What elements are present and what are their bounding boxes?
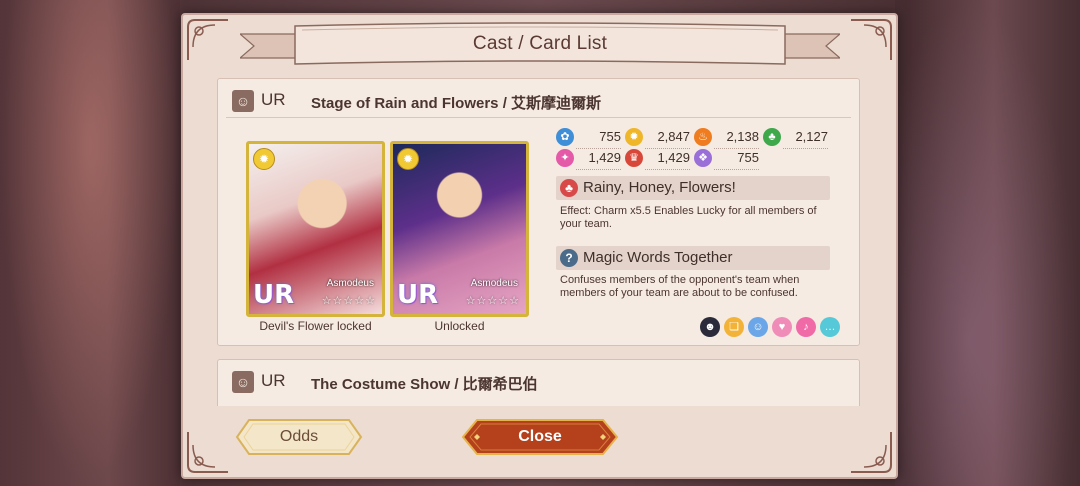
demon-cat-icon: ☻	[700, 317, 720, 337]
card-title: Stage of Rain and Flowers / 艾斯摩迪爾斯	[311, 95, 602, 112]
clover-icon: ♣	[560, 179, 578, 197]
stat-value: 2,847	[657, 129, 690, 144]
card-art-locked[interactable]: ✹ UR Asmodeus ☆☆☆☆☆	[246, 141, 385, 317]
card-title: The Costume Show / 比爾希巴伯	[311, 376, 538, 393]
pink-shirt-icon: ♥	[772, 317, 792, 337]
yellow-sun-icon: ✹	[625, 128, 643, 146]
skill-name: Magic Words Together	[583, 249, 733, 266]
skill-description: Confuses members of the opponent's team …	[560, 274, 800, 299]
card-caption: Devil's Flower locked	[259, 319, 372, 333]
odds-label: Odds	[279, 428, 319, 445]
skill-description: Effect: Charm x5.5 Enables Lucky for all…	[560, 205, 817, 230]
purple-crystal-icon: ❖	[694, 149, 712, 167]
stat-item: ✹ 2,847	[625, 128, 690, 149]
dialog-title: Cast / Card List	[472, 33, 608, 54]
cat-face-icon: ☺	[232, 371, 254, 393]
stat-value: 2,127	[795, 129, 828, 144]
background-right	[895, 0, 1080, 486]
star-rating: ☆☆☆☆☆	[465, 295, 520, 307]
pink-sparkle-icon: ✦	[556, 149, 574, 167]
card-header: ☺ UR The Costume Show / 比爾希巴伯	[226, 366, 851, 398]
pink-mic-icon: ♪	[796, 317, 816, 337]
card-caption: Unlocked	[434, 319, 485, 333]
star-rating: ☆☆☆☆☆	[321, 295, 376, 307]
chat-icon: …	[820, 317, 840, 337]
corner-ornament-icon	[185, 17, 231, 63]
ur-mark: UR	[253, 280, 295, 310]
stat-value: 1,429	[657, 150, 690, 165]
card-entry: ☺ UR Stage of Rain and Flowers / 艾斯摩迪爾斯 …	[217, 78, 860, 346]
card-art-unlocked[interactable]: ✹ UR Asmodeus ☆☆☆☆☆	[390, 141, 529, 317]
card-header: ☺ UR Stage of Rain and Flowers / 艾斯摩迪爾斯	[226, 85, 851, 118]
stat-value: 755	[599, 129, 621, 144]
gift-icon: ❏	[724, 317, 744, 337]
card-rarity: UR	[261, 371, 286, 390]
background-left	[0, 0, 180, 486]
skill-1-header: ♣ Rainy, Honey, Flowers!	[556, 176, 830, 200]
sun-attribute-icon: ✹	[397, 148, 419, 170]
card-rarity: UR	[261, 90, 286, 109]
card-list-scroll[interactable]: ☺ UR Stage of Rain and Flowers / 艾斯摩迪爾斯 …	[217, 78, 862, 406]
cat-face-icon: ☺	[232, 90, 254, 112]
stat-value: 1,429	[588, 150, 621, 165]
stat-item: ♛ 1,429	[625, 149, 690, 170]
stat-value: 2,138	[726, 129, 759, 144]
corner-ornament-icon	[185, 429, 231, 475]
corner-ornament-icon	[848, 429, 894, 475]
close-label: Close	[518, 428, 562, 445]
stat-item: ❖ 755	[694, 149, 759, 170]
character-name: Asmodeus	[470, 278, 518, 289]
skill-2-header: ? Magic Words Together	[556, 246, 830, 270]
green-leaf-icon: ♣	[763, 128, 781, 146]
red-crest-icon: ♛	[625, 149, 643, 167]
stat-value: 755	[737, 150, 759, 165]
blue-flower-icon: ✿	[556, 128, 574, 146]
stat-item: ♨ 2,138	[694, 128, 759, 149]
close-button[interactable]: Close	[461, 418, 619, 456]
question-icon: ?	[560, 249, 578, 267]
sun-attribute-icon: ✹	[253, 148, 275, 170]
odds-button[interactable]: Odds	[235, 418, 363, 456]
title-ribbon: Cast / Card List	[240, 20, 840, 70]
character-name: Asmodeus	[326, 278, 374, 289]
source-icons: ☻ ❏ ☺ ♥ ♪ …	[700, 317, 840, 339]
stat-item: ♣ 2,127	[763, 128, 828, 149]
card-entry: ☺ UR The Costume Show / 比爾希巴伯	[217, 359, 860, 406]
corner-ornament-icon	[848, 17, 894, 63]
orange-flame-icon: ♨	[694, 128, 712, 146]
blue-person-icon: ☺	[748, 317, 768, 337]
skill-name: Rainy, Honey, Flowers!	[583, 179, 736, 196]
stat-item: ✿ 755	[556, 128, 621, 149]
stat-item: ✦ 1,429	[556, 149, 621, 170]
ur-mark: UR	[397, 280, 439, 310]
